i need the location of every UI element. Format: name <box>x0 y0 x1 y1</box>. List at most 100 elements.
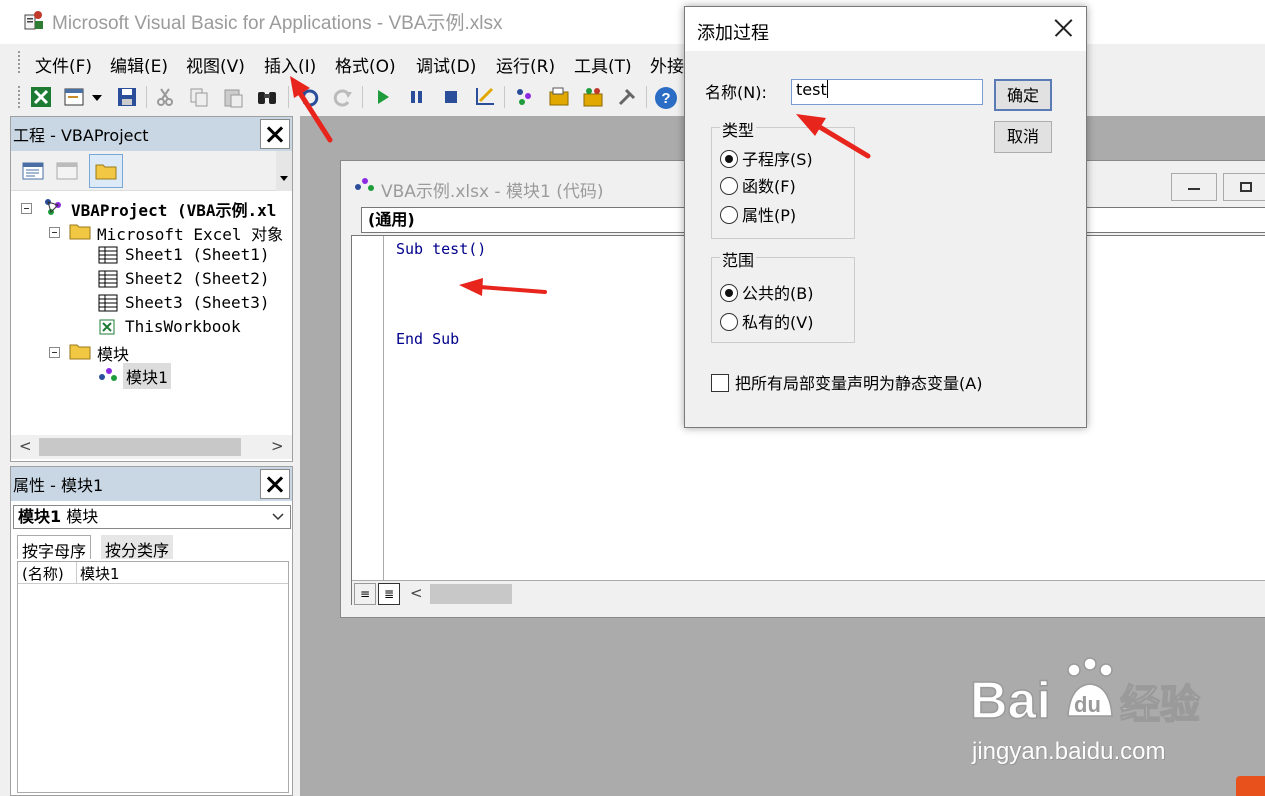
paste-icon[interactable] <box>222 86 244 108</box>
tree-module1[interactable]: 模块1 <box>123 363 171 389</box>
static-variables-label: 把所有局部变量声明为静态变量(A) <box>735 374 983 393</box>
add-procedure-dialog: 添加过程 名称(N): test 确定 取消 类型 子程序(S) 函数(F) 属… <box>684 6 1087 428</box>
save-icon[interactable] <box>116 86 138 108</box>
annotation-arrow-name <box>796 114 871 159</box>
minimize-icon <box>1188 188 1200 190</box>
toggle-folders-button[interactable] <box>89 154 123 188</box>
radio-property[interactable]: 属性(P) <box>720 202 796 225</box>
column-divider <box>76 562 77 584</box>
tree-excel-objects-label[interactable]: Microsoft Excel 对象 <box>97 221 283 245</box>
object-selector[interactable]: 模块1 模块 <box>13 505 291 529</box>
static-variables-checkbox[interactable]: 把所有局部变量声明为静态变量(A) <box>711 370 982 394</box>
properties-pane: 属性 - 模块1 模块1 模块 按字母序 按分类序 (名称) 模块1 <box>10 466 293 796</box>
code-line-end-sub[interactable]: End Sub <box>396 330 459 348</box>
tree-modules-folder[interactable]: 模块 <box>97 341 129 365</box>
radio-public[interactable]: 公共的(B) <box>720 280 813 303</box>
sheet-icon <box>98 294 118 312</box>
svg-text:?: ? <box>661 90 670 107</box>
break-icon[interactable] <box>406 86 428 108</box>
window-title: Microsoft Visual Basic for Applications … <box>52 13 503 34</box>
properties-pane-header: 属性 - 模块1 <box>11 467 292 501</box>
menu-file[interactable]: 文件(F) <box>35 52 92 77</box>
code-bottom-bar: ≡ ≣ < <box>352 580 1265 606</box>
full-module-view-icon[interactable]: ≣ <box>378 583 400 605</box>
radio-private-label: 私有的(V) <box>742 313 814 332</box>
sheet-icon <box>98 270 118 288</box>
menu-addins[interactable]: 外接 <box>650 52 684 77</box>
procedure-view-icon[interactable]: ≡ <box>354 583 376 605</box>
radio-icon <box>720 177 738 195</box>
object-browser-icon[interactable] <box>582 86 604 108</box>
menu-edit[interactable]: 编辑(E) <box>110 52 168 77</box>
module-icon <box>355 178 374 191</box>
code-line-sub[interactable]: Sub test() <box>396 240 486 258</box>
chevron-left-icon[interactable]: < <box>19 437 32 455</box>
code-window-title: VBA示例.xlsx - 模块1 (代码) <box>381 182 604 202</box>
scrollbar-thumb[interactable] <box>39 438 241 456</box>
watermark-url: jingyan.baidu.com <box>972 738 1166 765</box>
tree-collapse-modules[interactable] <box>49 347 60 358</box>
ok-button[interactable]: 确定 <box>994 79 1052 111</box>
cancel-button[interactable]: 取消 <box>994 121 1052 153</box>
name-input-value: test <box>796 80 827 99</box>
radio-private[interactable]: 私有的(V) <box>720 309 814 332</box>
design-mode-icon[interactable] <box>474 86 496 108</box>
cut-icon[interactable] <box>154 86 176 108</box>
menu-view[interactable]: 视图(V) <box>186 52 245 77</box>
toolbar-grip[interactable] <box>18 86 21 108</box>
maximize-button[interactable] <box>1223 173 1265 201</box>
radio-icon <box>720 206 738 224</box>
tab-categorized[interactable]: 按分类序 <box>101 535 174 560</box>
excel-icon[interactable] <box>30 86 52 108</box>
pane-scroll-arrow[interactable] <box>276 151 292 191</box>
run-icon[interactable] <box>372 86 394 108</box>
folder-icon <box>69 344 91 360</box>
view-code-icon[interactable] <box>19 157 47 185</box>
tab-alphabetic[interactable]: 按字母序 <box>17 535 92 561</box>
project-horizontal-scrollbar[interactable]: < > <box>11 435 292 459</box>
tree-sheet1[interactable]: Sheet1 (Sheet1) <box>125 245 270 264</box>
copy-icon[interactable] <box>188 86 210 108</box>
close-icon[interactable] <box>260 469 290 499</box>
property-value[interactable]: 模块1 <box>80 563 120 584</box>
menu-debug[interactable]: 调试(D) <box>416 52 476 77</box>
close-icon[interactable] <box>1054 19 1072 37</box>
help-icon[interactable]: ? <box>654 86 678 110</box>
tree-collapse-root[interactable] <box>21 203 32 214</box>
dialog-title: 添加过程 <box>697 23 769 44</box>
annotation-arrow-code <box>459 278 547 296</box>
maximize-icon <box>1240 182 1252 192</box>
properties-icon[interactable] <box>548 86 570 108</box>
menu-tools[interactable]: 工具(T) <box>574 52 632 77</box>
chevron-left-icon[interactable]: < <box>410 584 423 602</box>
tree-thisworkbook[interactable]: ThisWorkbook <box>125 317 241 336</box>
radio-function-label: 函数(F) <box>742 177 796 196</box>
toolbox-icon[interactable] <box>616 86 638 108</box>
minimize-button[interactable] <box>1171 173 1217 201</box>
vbaproject-icon <box>45 199 61 215</box>
baidu-jingyan-logo: Bai du 经验 <box>970 657 1201 731</box>
type-group-label: 类型 <box>720 117 757 141</box>
menu-run[interactable]: 运行(R) <box>496 52 555 77</box>
view-object-icon[interactable] <box>53 157 81 185</box>
chevron-right-icon[interactable]: > <box>271 437 284 455</box>
object-name: 模块1 <box>18 507 62 526</box>
insert-userform-icon[interactable] <box>64 86 86 108</box>
reset-icon[interactable] <box>440 86 462 108</box>
toolbar-separator <box>146 86 147 108</box>
scrollbar-thumb[interactable] <box>430 584 512 604</box>
project-explorer-icon[interactable] <box>514 86 536 108</box>
find-icon[interactable] <box>256 86 278 108</box>
properties-grid: (名称) 模块1 <box>17 561 289 793</box>
tree-root-label[interactable]: VBAProject (VBA示例.xl <box>71 197 276 221</box>
radio-function[interactable]: 函数(F) <box>720 173 796 196</box>
menu-grip[interactable] <box>18 51 21 73</box>
tree-collapse-excel-objects[interactable] <box>49 227 60 238</box>
chevron-down-icon[interactable] <box>90 86 104 108</box>
chevron-down-icon <box>272 513 284 521</box>
tree-sheet3[interactable]: Sheet3 (Sheet3) <box>125 293 270 312</box>
scope-group: 范围 公共的(B) 私有的(V) <box>711 247 855 343</box>
tree-sheet2[interactable]: Sheet2 (Sheet2) <box>125 269 270 288</box>
property-row[interactable]: (名称) 模块1 <box>18 562 288 584</box>
menu-format[interactable]: 格式(O) <box>335 52 396 77</box>
